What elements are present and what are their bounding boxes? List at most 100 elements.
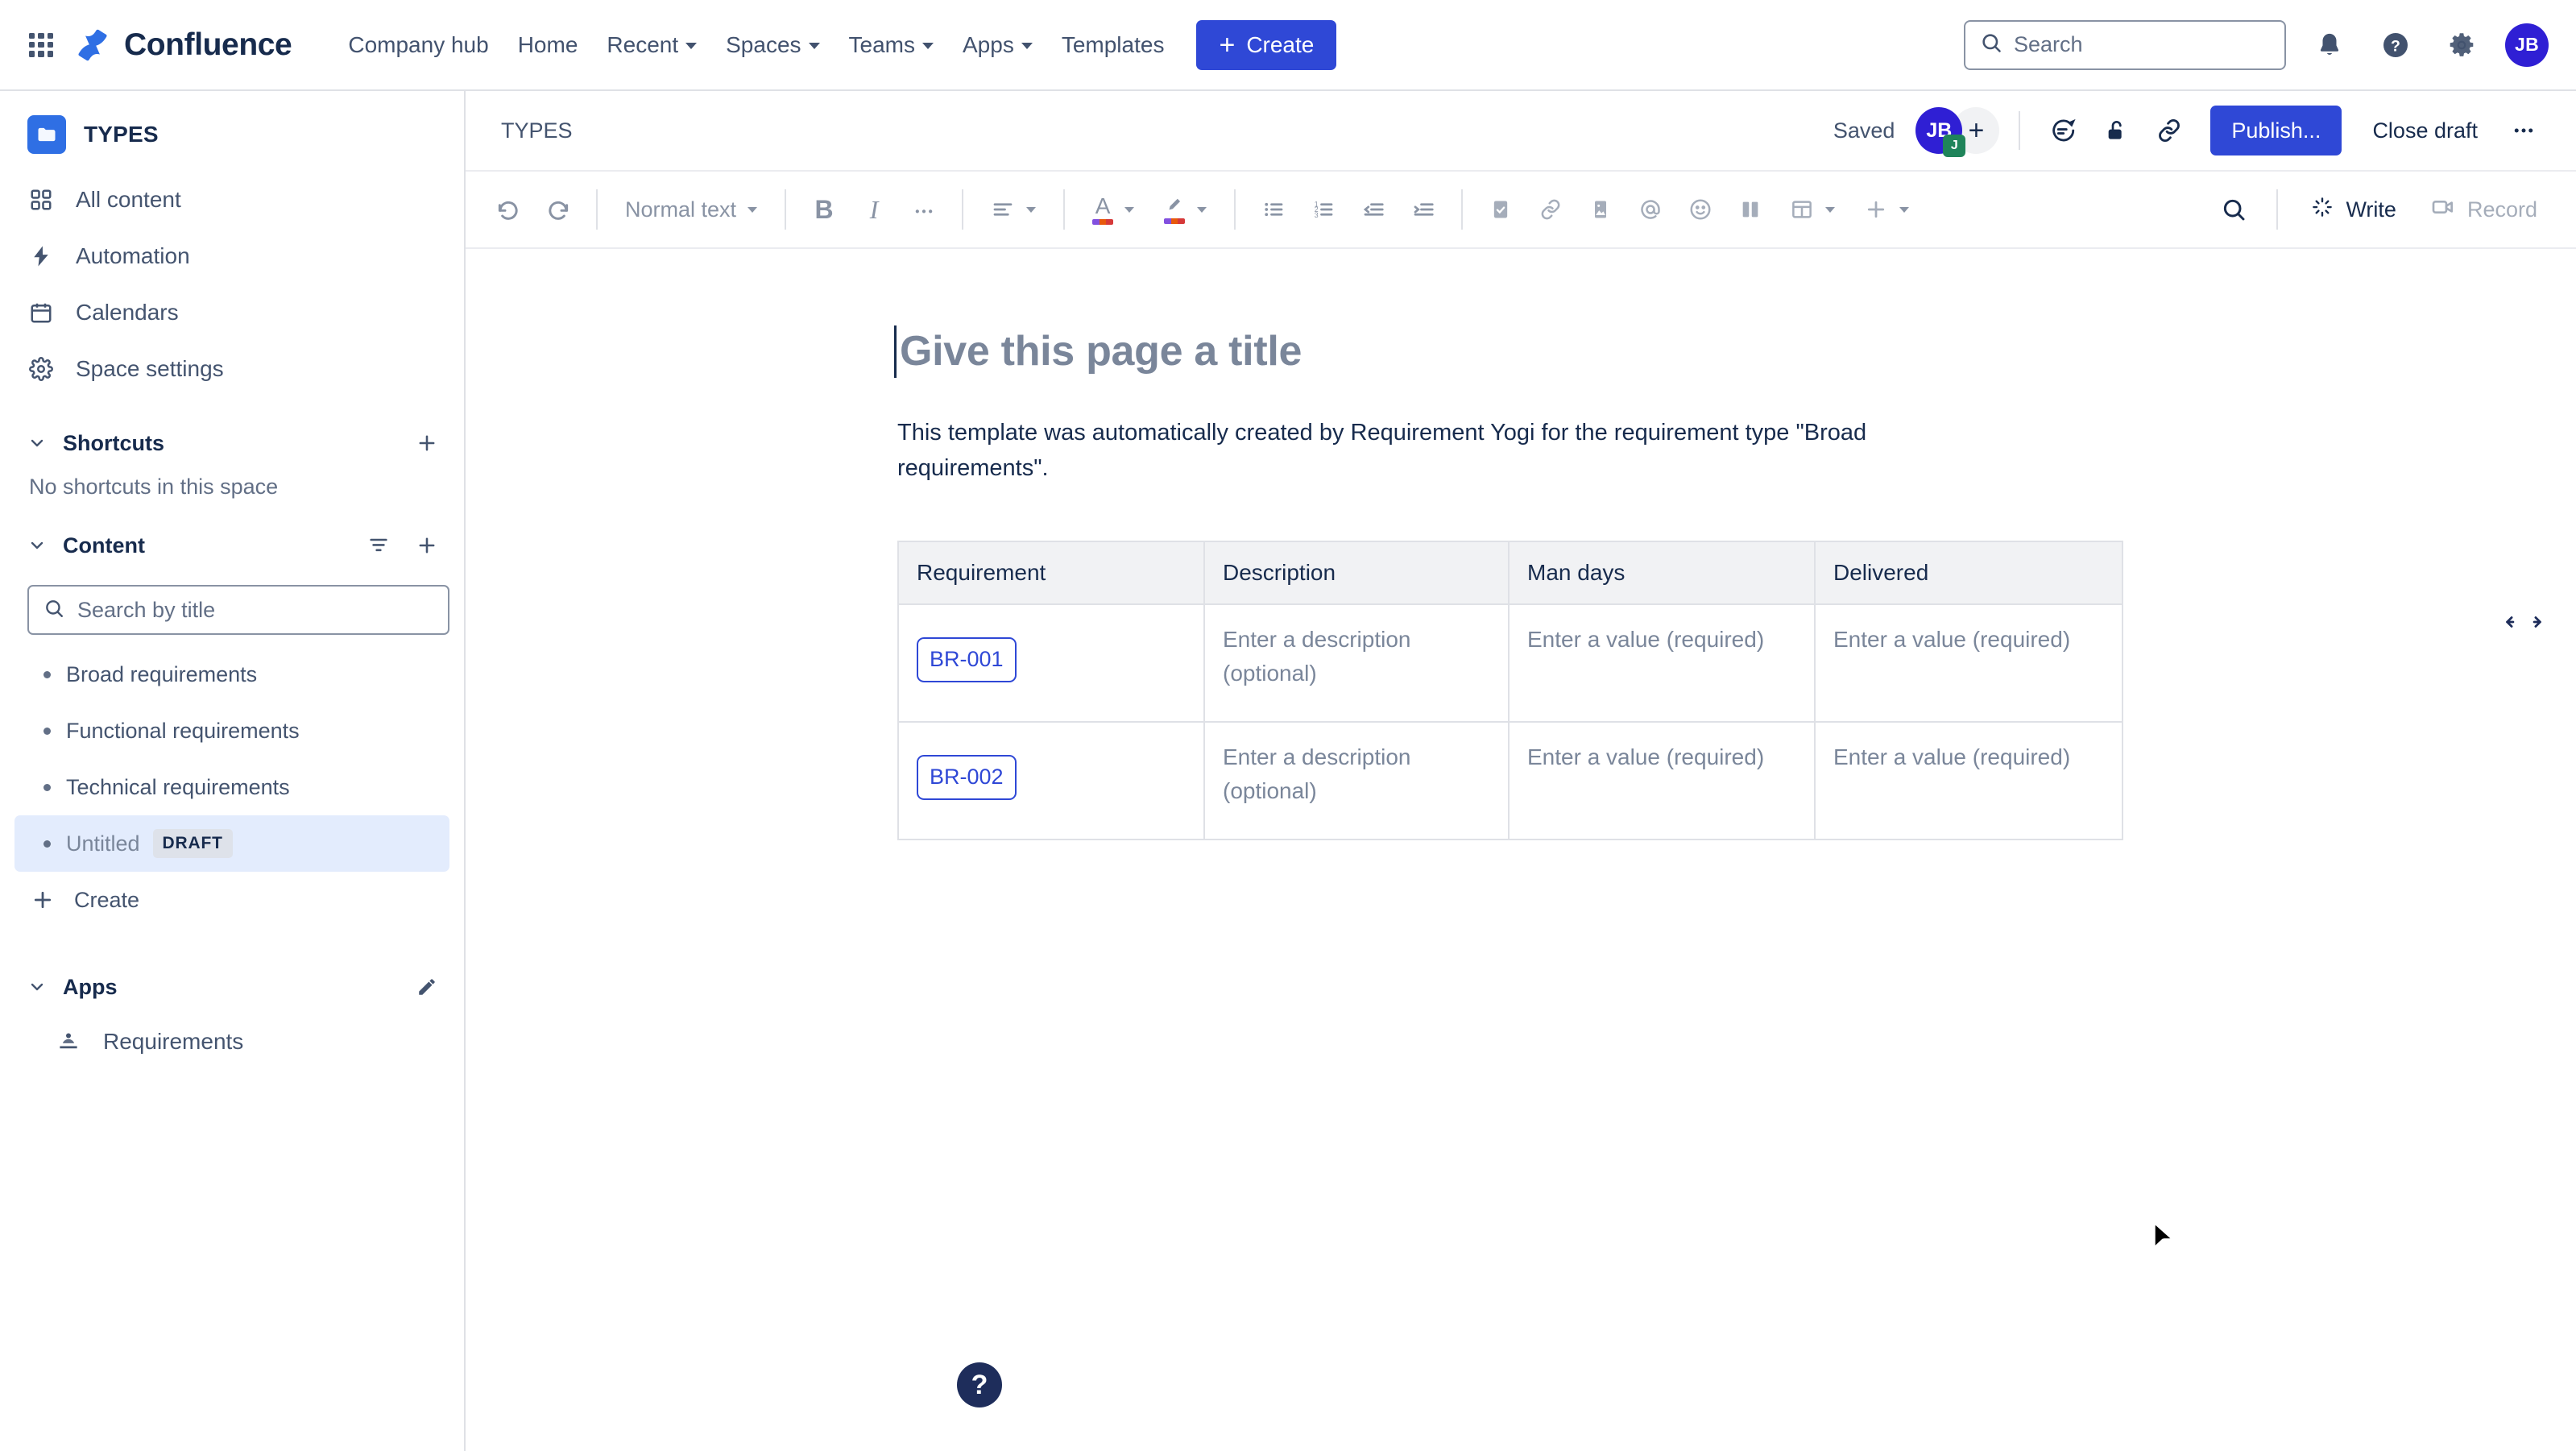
checkbox-icon[interactable] xyxy=(1476,184,1526,234)
filter-icon[interactable] xyxy=(361,528,396,563)
table-icon[interactable] xyxy=(1775,184,1849,234)
breadcrumb[interactable]: TYPES xyxy=(501,118,573,143)
sidebar-item-automation[interactable]: Automation xyxy=(14,228,449,284)
column-header-delivered[interactable]: Delivered xyxy=(1814,541,2123,606)
columns-layout-icon[interactable] xyxy=(1725,184,1775,234)
requirement-chip[interactable]: BR-001 xyxy=(917,637,1017,683)
folder-icon xyxy=(27,115,66,154)
sidebar-page-untitled-draft[interactable]: Untitled DRAFT xyxy=(14,815,449,872)
text-color-button[interactable]: A xyxy=(1078,184,1149,234)
more-ellipsis-icon[interactable] xyxy=(2500,107,2547,154)
help-circle-icon[interactable]: ? xyxy=(957,1362,1002,1407)
insert-menu-button[interactable] xyxy=(1849,184,1924,234)
plus-icon: + xyxy=(1219,29,1236,60)
nav-recent[interactable]: Recent xyxy=(592,21,711,69)
cell-man-days[interactable]: Enter a value (required) xyxy=(1508,721,1816,841)
redo-icon[interactable] xyxy=(533,184,583,234)
global-search-input[interactable]: Search xyxy=(1964,19,2286,70)
sidebar-item-all-content[interactable]: All content xyxy=(14,172,449,228)
link-icon[interactable] xyxy=(2146,107,2193,154)
add-content-plus-icon[interactable] xyxy=(409,528,445,563)
grid-squares-icon xyxy=(27,186,55,214)
add-shortcut-plus-icon[interactable] xyxy=(409,425,445,461)
search-icon[interactable] xyxy=(2209,184,2259,234)
divider xyxy=(596,189,598,230)
nav-teams[interactable]: Teams xyxy=(835,21,948,69)
horizontal-resize-arrows-icon[interactable] xyxy=(2504,613,2544,631)
sidebar-create-page-button[interactable]: Create xyxy=(14,872,449,928)
nav-apps[interactable]: Apps xyxy=(948,21,1047,69)
emoji-icon[interactable] xyxy=(1675,184,1725,234)
highlighter-icon[interactable] xyxy=(1149,184,1221,234)
numbered-list-icon[interactable]: 1 2 3 xyxy=(1298,184,1348,234)
sidebar-item-calendars[interactable]: Calendars xyxy=(14,284,449,341)
mouse-cursor xyxy=(2151,1221,2178,1261)
comment-icon[interactable] xyxy=(2040,107,2086,154)
app-switcher-icon[interactable] xyxy=(24,28,58,62)
avatar-presence-badge: J xyxy=(1943,135,1966,157)
more-formatting-ellipsis-icon[interactable] xyxy=(899,184,949,234)
chevron-down-icon xyxy=(748,206,758,213)
chevron-down-icon[interactable] xyxy=(19,528,55,563)
bold-button[interactable]: B xyxy=(799,184,849,234)
gear-icon[interactable] xyxy=(2439,23,2484,68)
outdent-icon[interactable] xyxy=(1348,184,1398,234)
at-mention-icon[interactable] xyxy=(1626,184,1675,234)
nav-templates[interactable]: Templates xyxy=(1047,21,1179,69)
cell-requirement[interactable]: BR-002 xyxy=(897,721,1205,841)
cell-man-days[interactable]: Enter a value (required) xyxy=(1508,603,1816,723)
link-icon[interactable] xyxy=(1526,184,1576,234)
column-header-man-days[interactable]: Man days xyxy=(1508,541,1816,606)
undo-icon[interactable] xyxy=(483,184,533,234)
content-search-input[interactable]: Search by title xyxy=(27,585,449,635)
publish-button[interactable]: Publish... xyxy=(2210,106,2342,155)
sidebar-page-broad-requirements[interactable]: Broad requirements xyxy=(14,646,449,703)
chevron-down-icon[interactable] xyxy=(19,425,55,461)
help-circle-icon[interactable]: ? xyxy=(2373,23,2418,68)
user-avatar[interactable]: JB xyxy=(2505,23,2549,67)
text-style-dropdown[interactable]: Normal text xyxy=(611,184,772,234)
cell-requirement[interactable]: BR-001 xyxy=(897,603,1205,723)
close-draft-button[interactable]: Close draft xyxy=(2356,107,2494,155)
sidebar-item-space-settings[interactable]: Space settings xyxy=(14,341,449,397)
ai-write-button[interactable]: Write xyxy=(2296,184,2411,234)
document-paragraph[interactable]: This template was automatically created … xyxy=(897,415,1989,486)
color-swatch xyxy=(1092,218,1114,225)
sidebar-page-functional-requirements[interactable]: Functional requirements xyxy=(14,703,449,759)
nav-home[interactable]: Home xyxy=(503,21,593,69)
bell-icon[interactable] xyxy=(2307,23,2352,68)
bold-label: B xyxy=(814,194,834,224)
chevron-down-icon xyxy=(808,43,820,49)
column-header-requirement[interactable]: Requirement xyxy=(897,541,1205,606)
bullet-icon xyxy=(27,783,66,791)
text-align-icon[interactable] xyxy=(976,184,1050,234)
cell-delivered[interactable]: Enter a value (required) xyxy=(1814,721,2123,841)
sidebar-page-technical-requirements[interactable]: Technical requirements xyxy=(14,759,449,815)
unlock-icon[interactable] xyxy=(2093,107,2139,154)
page-title-input[interactable]: Give this page a title xyxy=(894,325,2122,378)
cell-description[interactable]: Enter a description (optional) xyxy=(1203,603,1510,723)
requirement-chip[interactable]: BR-002 xyxy=(917,755,1017,801)
divider xyxy=(785,189,787,230)
column-header-description[interactable]: Description xyxy=(1203,541,1510,606)
nav-spaces[interactable]: Spaces xyxy=(711,21,834,69)
nav-company-hub[interactable]: Company hub xyxy=(333,21,503,69)
sidebar-section-title: Shortcuts xyxy=(63,430,165,455)
sidebar-item-label: Requirements xyxy=(103,1029,244,1054)
pencil-icon[interactable] xyxy=(409,969,445,1005)
cell-description[interactable]: Enter a description (optional) xyxy=(1203,721,1510,841)
indent-icon[interactable] xyxy=(1398,184,1448,234)
chevron-down-icon[interactable] xyxy=(19,969,55,1005)
confluence-home-link[interactable]: Confluence xyxy=(74,27,292,64)
gear-icon xyxy=(27,355,55,383)
avatar[interactable]: JB J xyxy=(1915,107,1966,157)
bullet-list-icon[interactable] xyxy=(1249,184,1298,234)
sidebar-item-requirements[interactable]: Requirements xyxy=(14,1014,449,1070)
image-icon[interactable] xyxy=(1576,184,1626,234)
space-header[interactable]: TYPES xyxy=(0,91,464,172)
create-button[interactable]: + Create xyxy=(1196,19,1337,70)
requirements-table[interactable]: Requirement Description Man days Deliver… xyxy=(897,541,2123,841)
italic-button[interactable]: I xyxy=(849,184,899,234)
record-button[interactable]: Record xyxy=(2416,184,2552,234)
cell-delivered[interactable]: Enter a value (required) xyxy=(1814,603,2123,723)
